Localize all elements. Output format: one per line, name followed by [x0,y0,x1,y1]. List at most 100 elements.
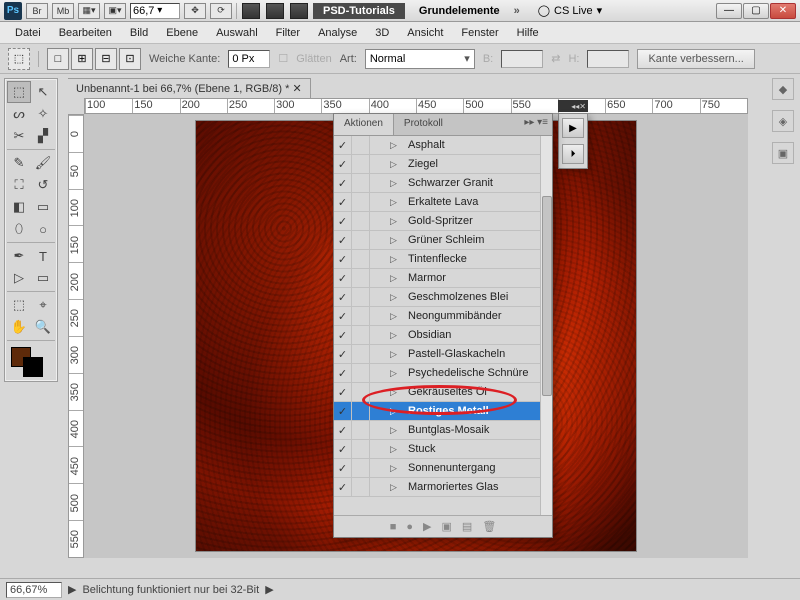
action-dialog-toggle[interactable] [352,364,370,382]
path-select-tool[interactable]: ▷ [7,267,31,289]
action-row[interactable]: ✓▷Ziegel [334,155,540,174]
eyedropper-tool[interactable]: ▞ [31,125,55,147]
action-row[interactable]: ✓▷Pastell-Glaskacheln [334,345,540,364]
extras2-button[interactable] [266,3,284,19]
action-check-icon[interactable]: ✓ [334,478,352,496]
hand-nav-button[interactable]: ✥ [184,3,206,19]
action-check-icon[interactable]: ✓ [334,155,352,173]
disclosure-icon[interactable]: ▷ [390,349,404,360]
color-panel-icon[interactable]: ◈ [772,110,794,132]
color-swatches[interactable] [7,343,55,379]
maximize-button[interactable]: ▢ [743,3,769,19]
action-dialog-toggle[interactable] [352,478,370,496]
action-check-icon[interactable]: ✓ [334,250,352,268]
action-check-icon[interactable]: ✓ [334,288,352,306]
action-check-icon[interactable]: ✓ [334,402,352,420]
feather-input[interactable]: 0 Px [228,50,270,68]
action-row[interactable]: ✓▷Sonnenuntergang [334,459,540,478]
menu-datei[interactable]: Datei [6,24,50,42]
action-row[interactable]: ✓▷Marmor [334,269,540,288]
new-set-icon[interactable]: ▣ [442,520,452,533]
action-row[interactable]: ✓▷Rostiges Metall [334,402,540,421]
action-row[interactable]: ✓▷Geschmolzenes Blei [334,288,540,307]
action-row[interactable]: ✓▷Tintenflecke [334,250,540,269]
action-row[interactable]: ✓▷Gold-Spritzer [334,212,540,231]
3d-tool[interactable]: ⬚ [7,294,31,316]
disclosure-icon[interactable]: ▷ [390,387,404,398]
action-step-icon[interactable]: ⏵ [562,144,584,164]
zoom-tool[interactable]: 🔍 [31,316,55,338]
workspace-more-icon[interactable]: » [514,5,520,17]
menu-ansicht[interactable]: Ansicht [398,24,452,42]
action-check-icon[interactable]: ✓ [334,174,352,192]
action-row[interactable]: ✓▷Erkaltete Lava [334,193,540,212]
action-row[interactable]: ✓▷Buntglas-Mosaik [334,421,540,440]
action-dialog-toggle[interactable] [352,345,370,363]
swatches-panel-icon[interactable]: ◆ [772,78,794,100]
dodge-tool[interactable]: ○ [31,218,55,240]
action-row[interactable]: ✓▷Schwarzer Granit [334,174,540,193]
crop-tool[interactable]: ✂ [7,125,31,147]
action-dialog-toggle[interactable] [352,288,370,306]
select-add-button[interactable]: ⊞ [71,48,93,70]
eraser-tool[interactable]: ◧ [7,196,31,218]
menu-filter[interactable]: Filter [267,24,309,42]
type-tool[interactable]: T [31,245,55,267]
tab-protokoll[interactable]: Protokoll [394,114,453,135]
disclosure-icon[interactable]: ▷ [390,463,404,474]
action-dialog-toggle[interactable] [352,421,370,439]
disclosure-icon[interactable]: ▷ [390,330,404,341]
move-tool[interactable]: ↖ [31,81,55,103]
action-dialog-toggle[interactable] [352,193,370,211]
lasso-tool[interactable]: ᔕ [7,103,31,125]
action-dialog-toggle[interactable] [352,174,370,192]
panel-dock-header[interactable]: ◂◂✕ [558,100,588,112]
action-dialog-toggle[interactable] [352,440,370,458]
action-check-icon[interactable]: ✓ [334,326,352,344]
select-subtract-button[interactable]: ⊟ [95,48,117,70]
action-check-icon[interactable]: ✓ [334,193,352,211]
arrange-button[interactable]: ▦▾ [78,3,100,19]
status-zoom[interactable]: 66,67% [6,582,62,598]
zoom-dropdown[interactable]: 66,7 ▾ [130,3,180,19]
magic-wand-tool[interactable]: ✧ [31,103,55,125]
shape-tool[interactable]: ▭ [31,267,55,289]
action-check-icon[interactable]: ✓ [334,136,352,154]
disclosure-icon[interactable]: ▷ [390,273,404,284]
bridge-button[interactable]: Br [26,3,48,19]
current-tool-icon[interactable]: ⬚ [8,48,30,70]
action-check-icon[interactable]: ✓ [334,269,352,287]
action-dialog-toggle[interactable] [352,459,370,477]
action-dialog-toggle[interactable] [352,326,370,344]
menu-auswahl[interactable]: Auswahl [207,24,267,42]
action-play-icon[interactable]: ▶ [562,118,584,138]
style-select[interactable]: Normal [365,49,475,69]
disclosure-icon[interactable]: ▷ [390,159,404,170]
menu-bearbeiten[interactable]: Bearbeiten [50,24,121,42]
action-check-icon[interactable]: ✓ [334,307,352,325]
panel-menu-icon[interactable]: ▸▸ ▾≡ [520,114,552,135]
action-row[interactable]: ✓▷Stuck [334,440,540,459]
disclosure-icon[interactable]: ▷ [390,425,404,436]
trash-icon[interactable]: 🗑 [482,520,496,533]
action-dialog-toggle[interactable] [352,250,370,268]
menu-bild[interactable]: Bild [121,24,157,42]
action-check-icon[interactable]: ✓ [334,364,352,382]
stop-icon[interactable]: ■ [390,521,397,533]
disclosure-icon[interactable]: ▷ [390,292,404,303]
disclosure-icon[interactable]: ▷ [390,140,404,151]
disclosure-icon[interactable]: ▷ [390,178,404,189]
action-row[interactable]: ✓▷Neongummibänder [334,307,540,326]
workspace-grundelemente[interactable]: Grundelemente [409,3,510,19]
disclosure-icon[interactable]: ▷ [390,444,404,455]
action-check-icon[interactable]: ✓ [334,212,352,230]
disclosure-icon[interactable]: ▷ [390,254,404,265]
action-row[interactable]: ✓▷Marmoriertes Glas [334,478,540,497]
action-check-icon[interactable]: ✓ [334,459,352,477]
close-button[interactable]: ✕ [770,3,796,19]
layers-panel-icon[interactable]: ▣ [772,142,794,164]
extras-button[interactable] [242,3,260,19]
3d-camera-tool[interactable]: ⌖ [31,294,55,316]
history-brush-tool[interactable]: ↺ [31,174,55,196]
blur-tool[interactable]: ⬯ [7,218,31,240]
